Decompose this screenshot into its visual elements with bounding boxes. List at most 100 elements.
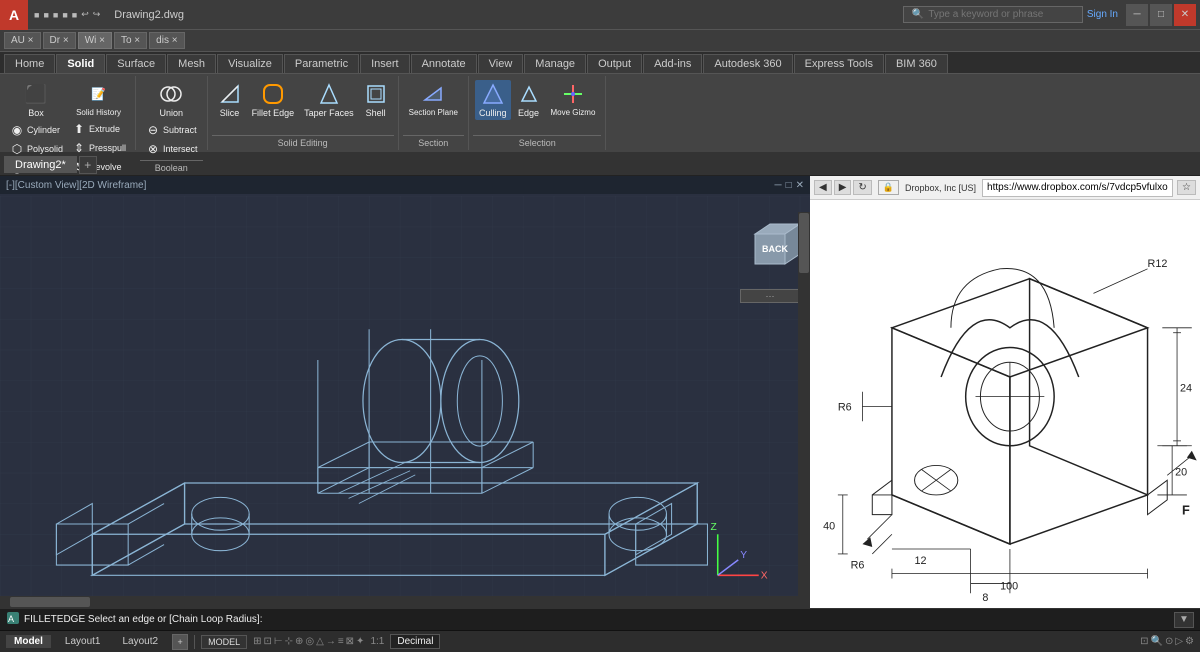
tab-solid[interactable]: Solid xyxy=(56,54,105,73)
viewport-scrollbar-horizontal[interactable] xyxy=(0,596,798,608)
reload-button[interactable]: ↻ xyxy=(853,180,871,195)
window-title: Drawing2.dwg xyxy=(106,9,895,21)
tab-home[interactable]: Home xyxy=(4,54,55,73)
culling-icon xyxy=(481,82,505,106)
dynucs-button[interactable]: △ xyxy=(316,636,324,647)
polar-button[interactable]: ⊹ xyxy=(285,636,293,647)
ortho-button[interactable]: ⊢ xyxy=(274,636,283,647)
qp-button[interactable]: ✦ xyxy=(356,636,364,647)
command-dropdown[interactable]: ▼ xyxy=(1174,612,1194,628)
right-panel: ◀ ▶ ↻ 🔒 Dropbox, Inc [US] ☆ xyxy=(810,176,1200,608)
layout1-tab[interactable]: Layout1 xyxy=(57,635,109,648)
viewport-canvas[interactable]: X Z Y BACK ··· xyxy=(0,194,810,608)
taper-faces-icon xyxy=(317,82,341,106)
search-input[interactable] xyxy=(928,9,1068,20)
shell-button[interactable]: Shell xyxy=(360,80,392,120)
nav-cube-control[interactable]: ··· xyxy=(740,289,800,303)
svg-text:A: A xyxy=(8,614,14,624)
app-icon: A xyxy=(0,0,28,30)
section-group-label: Section xyxy=(403,135,464,148)
new-tab-button[interactable]: + xyxy=(79,156,97,174)
bookmark-button[interactable]: ☆ xyxy=(1177,180,1196,195)
intersect-icon: ⊗ xyxy=(145,141,161,157)
solid-history-button[interactable]: 📝 Solid History xyxy=(68,80,129,119)
model-space-label[interactable]: MODEL xyxy=(201,635,247,649)
svg-text:F: F xyxy=(1182,503,1190,518)
command-input[interactable] xyxy=(24,614,1174,625)
otrack-button[interactable]: ◎ xyxy=(305,636,314,647)
window-controls: ─ □ ✕ xyxy=(1126,4,1200,26)
tpmode-button[interactable]: ⊠ xyxy=(346,636,354,647)
cylinder-button[interactable]: ◉ Cylinder xyxy=(6,121,66,139)
status-bar: Model Layout1 Layout2 + MODEL ⊞ ⊡ ⊢ ⊹ ⊕ … xyxy=(0,630,1200,652)
lweight-button[interactable]: ≡ xyxy=(338,636,344,647)
box-button[interactable]: ⬛ Box xyxy=(6,80,66,120)
filename-title: Drawing2.dwg xyxy=(114,9,184,21)
tab-surface[interactable]: Surface xyxy=(106,54,166,73)
close-button[interactable]: ✕ xyxy=(1174,4,1196,26)
slice-icon xyxy=(218,82,242,106)
forward-button[interactable]: ▶ xyxy=(834,180,852,195)
browser-tab-to[interactable]: To × xyxy=(114,32,147,49)
dyn-button[interactable]: → xyxy=(326,636,336,647)
selection-group-label: Selection xyxy=(473,135,601,148)
layout2-tab[interactable]: Layout2 xyxy=(114,635,166,648)
presspull-button[interactable]: ⇕ Presspull xyxy=(68,139,129,157)
technical-drawing-svg: R12 R6 24 20 xyxy=(810,200,1200,608)
tab-output[interactable]: Output xyxy=(587,54,642,73)
navwheel-button[interactable]: ⊙ xyxy=(1165,636,1173,647)
taper-faces-button[interactable]: Taper Faces xyxy=(300,80,358,120)
box-icon: ⬛ xyxy=(24,82,48,106)
signin-link[interactable]: Sign In xyxy=(1087,9,1118,20)
svg-text:X: X xyxy=(761,570,768,581)
showmotion-button[interactable]: ▷ xyxy=(1175,636,1183,647)
tab-view[interactable]: View xyxy=(478,54,524,73)
settings-button[interactable]: ⚙ xyxy=(1185,636,1194,647)
extrude-button[interactable]: ⬆ Extrude xyxy=(68,120,129,138)
minimize-button[interactable]: ─ xyxy=(1126,4,1148,26)
subtract-button[interactable]: ⊖ Subtract xyxy=(142,121,201,139)
zoom-ratio-label: 1:1 xyxy=(370,636,384,647)
back-button[interactable]: ◀ xyxy=(814,180,832,195)
snap-button[interactable]: ⊡ xyxy=(263,636,271,647)
pan-button[interactable]: ⊡ xyxy=(1140,636,1148,647)
browser-tab-wi[interactable]: Wi × xyxy=(78,32,112,49)
tab-addins[interactable]: Add-ins xyxy=(643,54,702,73)
tab-insert[interactable]: Insert xyxy=(360,54,410,73)
tab-parametric[interactable]: Parametric xyxy=(284,54,359,73)
union-button[interactable]: Union xyxy=(142,80,201,120)
browser-tab-au[interactable]: AU × xyxy=(4,32,41,49)
grid-button[interactable]: ⊞ xyxy=(253,636,261,647)
move-gizmo-button[interactable]: Move Gizmo xyxy=(547,80,600,119)
fillet-edge-button[interactable]: Fillet Edge xyxy=(248,80,299,120)
edge-button[interactable]: Edge xyxy=(513,80,545,120)
doc-tab-drawing2[interactable]: Drawing2* xyxy=(4,156,77,173)
tab-annotate[interactable]: Annotate xyxy=(411,54,477,73)
ribbon-panel: ⬛ Box ◉ Cylinder ⬡ Polysolid ◎ Sphere xyxy=(0,74,1200,154)
browser-tab-dis[interactable]: dis × xyxy=(149,32,184,49)
intersect-button[interactable]: ⊗ Intersect xyxy=(142,140,201,158)
culling-button[interactable]: Culling xyxy=(475,80,511,120)
add-layout-button[interactable]: + xyxy=(172,634,188,650)
tab-autodesk360[interactable]: Autodesk 360 xyxy=(703,54,792,73)
tab-mesh[interactable]: Mesh xyxy=(167,54,216,73)
maximize-button[interactable]: □ xyxy=(1150,4,1172,26)
osnap-button[interactable]: ⊕ xyxy=(295,636,303,647)
revolve-button[interactable]: ↻ Revolve xyxy=(68,158,129,176)
slice-button[interactable]: Slice xyxy=(214,80,246,120)
viewport-scrollbar-vertical[interactable] xyxy=(798,212,810,608)
tab-manage[interactable]: Manage xyxy=(524,54,586,73)
section-plane-button[interactable]: Section Plane xyxy=(405,80,462,119)
url-bar[interactable] xyxy=(982,179,1173,197)
tab-visualize[interactable]: Visualize xyxy=(217,54,283,73)
nav-cube[interactable]: BACK ··· xyxy=(740,214,800,284)
command-bar: A ▼ xyxy=(0,608,1200,630)
tab-express-tools[interactable]: Express Tools xyxy=(794,54,884,73)
tab-bim360[interactable]: BIM 360 xyxy=(885,54,948,73)
title-bar: A ■ ■ ■ ■ ■ ↩ ↪ Drawing2.dwg 🔍 Sign In ─… xyxy=(0,0,1200,30)
ribbon-group-section: Section Plane Section xyxy=(399,76,469,150)
cad-viewport[interactable]: [-][Custom View][2D Wireframe] ─ □ ✕ xyxy=(0,176,810,608)
zoom-button[interactable]: 🔍 xyxy=(1150,636,1162,647)
model-tab[interactable]: Model xyxy=(6,635,51,648)
browser-tab-dr[interactable]: Dr × xyxy=(43,32,76,49)
